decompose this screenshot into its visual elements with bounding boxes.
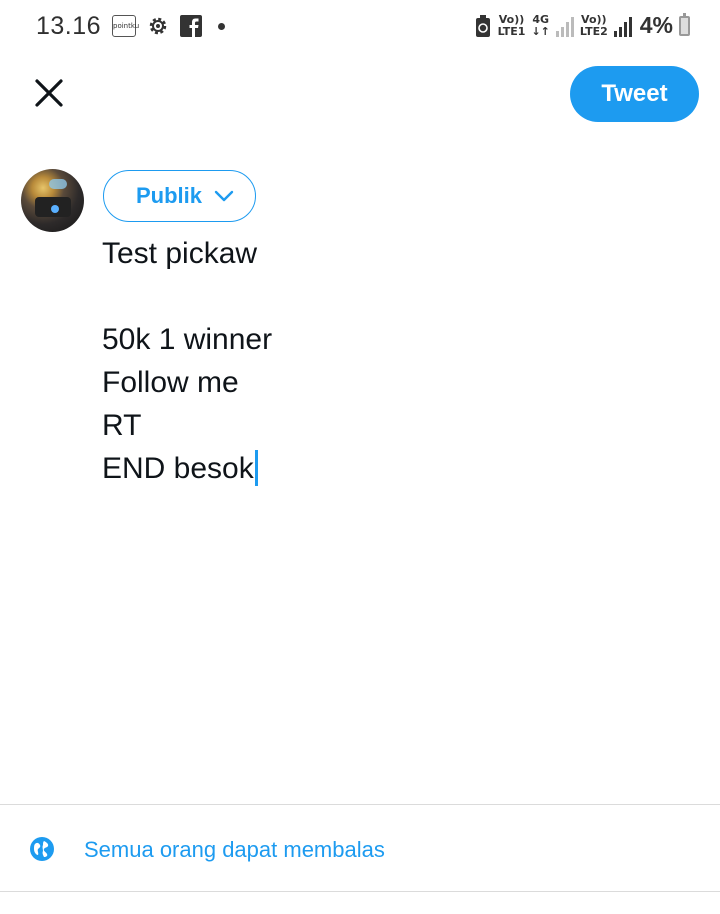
network-type-indicator: 4G ↓↑ [531,12,550,38]
close-button[interactable] [30,74,68,112]
tweet-line: 50k 1 winner [102,323,273,356]
sim1-signal-icon [555,15,574,37]
sim1-indicator: Vo)) LTE1 [497,12,526,38]
avatar[interactable] [21,169,84,232]
status-bar: 13.16 pointku Vo)) LTE1 4G ↓↑ Vo)) LTE2 … [0,0,720,52]
pointku-icon: pointku [112,15,139,37]
status-time: 13.16 [36,12,102,40]
sim2-indicator: Vo)) LTE2 [579,12,608,38]
audience-label: Publik [136,183,203,208]
reply-setting-label: Semua orang dapat membalas [84,837,385,862]
more-notifications-dot [218,22,225,30]
tweet-line [102,275,682,318]
battery-icon [679,12,690,36]
tweet-button[interactable]: Tweet [570,66,699,122]
sim2-signal-icon [613,15,632,37]
notification-icons: pointku [112,14,225,38]
battery-saver-icon [475,14,490,37]
tweet-line: RT [102,409,142,442]
reply-setting-button[interactable]: Semua orang dapat membalas [0,805,720,891]
settings-icon [149,17,167,35]
divider [0,891,720,892]
globe-icon [30,837,54,861]
tweet-line: Test pickaw [102,237,258,270]
text-caret [254,450,258,486]
audience-dropdown[interactable]: Publik [103,170,256,222]
tweet-text-input[interactable]: Test pickaw 50k 1 winner Follow me RT EN… [102,232,682,490]
tweet-line-last: END besok [102,447,682,490]
facebook-icon [180,15,202,37]
battery-percent: 4% [639,12,673,38]
system-status-icons: Vo)) LTE1 4G ↓↑ Vo)) LTE2 4% [474,12,690,39]
chevron-down-icon [214,190,234,202]
close-icon [35,79,63,107]
tweet-line: Follow me [102,366,239,399]
